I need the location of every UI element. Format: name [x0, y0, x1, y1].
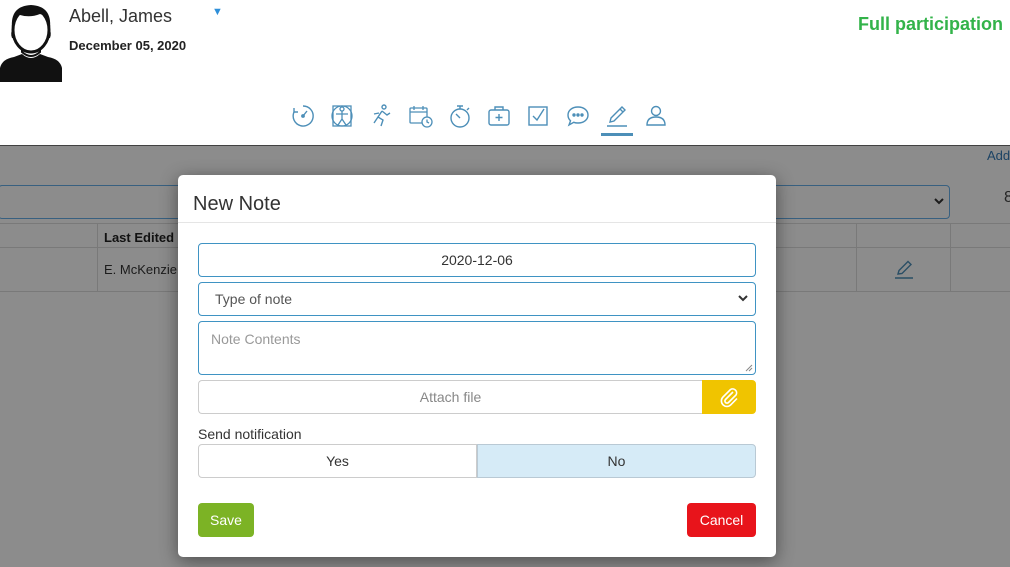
send-notification-label: Send notification	[198, 426, 302, 442]
dialog-title: New Note	[193, 193, 281, 215]
avatar	[0, 5, 62, 82]
chat-bubble-icon	[567, 106, 589, 127]
body-chart-icon	[331, 105, 353, 127]
note-contents-textarea[interactable]: Note Contents	[198, 321, 756, 375]
note-type-select[interactable]: Type of note	[198, 282, 756, 316]
stopwatch-icon	[450, 105, 470, 128]
nav-checklist[interactable]	[519, 98, 558, 134]
chevron-down-icon	[738, 295, 748, 302]
patient-dropdown-caret-icon[interactable]: ▼	[212, 6, 223, 18]
medical-kit-icon	[488, 106, 510, 126]
calendar-clock-icon	[408, 106, 433, 128]
nav-messages[interactable]	[558, 98, 597, 134]
resize-grip-icon[interactable]	[745, 364, 753, 372]
attach-file-input[interactable]: Attach file	[198, 380, 702, 414]
attach-file-button[interactable]	[702, 380, 756, 414]
nav-timer[interactable]	[440, 98, 479, 134]
new-note-dialog: New Note 2020-12-06 Type of note Note Co…	[178, 175, 776, 557]
save-button[interactable]: Save	[198, 503, 254, 537]
dialog-divider	[178, 222, 776, 223]
cancel-button[interactable]: Cancel	[687, 503, 756, 537]
nav-recovery[interactable]	[283, 98, 322, 134]
note-type-value: Type of note	[215, 291, 293, 307]
paperclip-icon	[720, 388, 738, 408]
participation-status: Full participation	[857, 14, 1003, 34]
patient-header: Abell, James ▼ December 05, 2020 Full pa…	[0, 0, 1010, 145]
pencil-notes-icon	[607, 106, 628, 127]
note-date-field[interactable]: 2020-12-06	[198, 243, 756, 277]
notification-yes-button[interactable]: Yes	[198, 444, 477, 478]
checklist-icon	[528, 106, 549, 126]
notification-no-button[interactable]: No	[477, 444, 756, 478]
nav-notes[interactable]	[597, 98, 636, 136]
patient-name[interactable]: Abell, James	[69, 6, 172, 27]
recovery-gauge-icon	[292, 105, 314, 127]
nav-activity[interactable]	[362, 98, 401, 134]
activity-runner-icon	[373, 104, 391, 127]
person-icon	[646, 105, 667, 126]
nav-profile[interactable]	[637, 98, 676, 134]
nav-body-chart[interactable]	[322, 98, 361, 134]
nav-schedule[interactable]	[401, 98, 440, 134]
nav-medical[interactable]	[479, 98, 518, 134]
patient-date: December 05, 2020	[69, 38, 187, 53]
section-nav	[283, 98, 676, 138]
note-contents-placeholder: Note Contents	[211, 331, 301, 347]
